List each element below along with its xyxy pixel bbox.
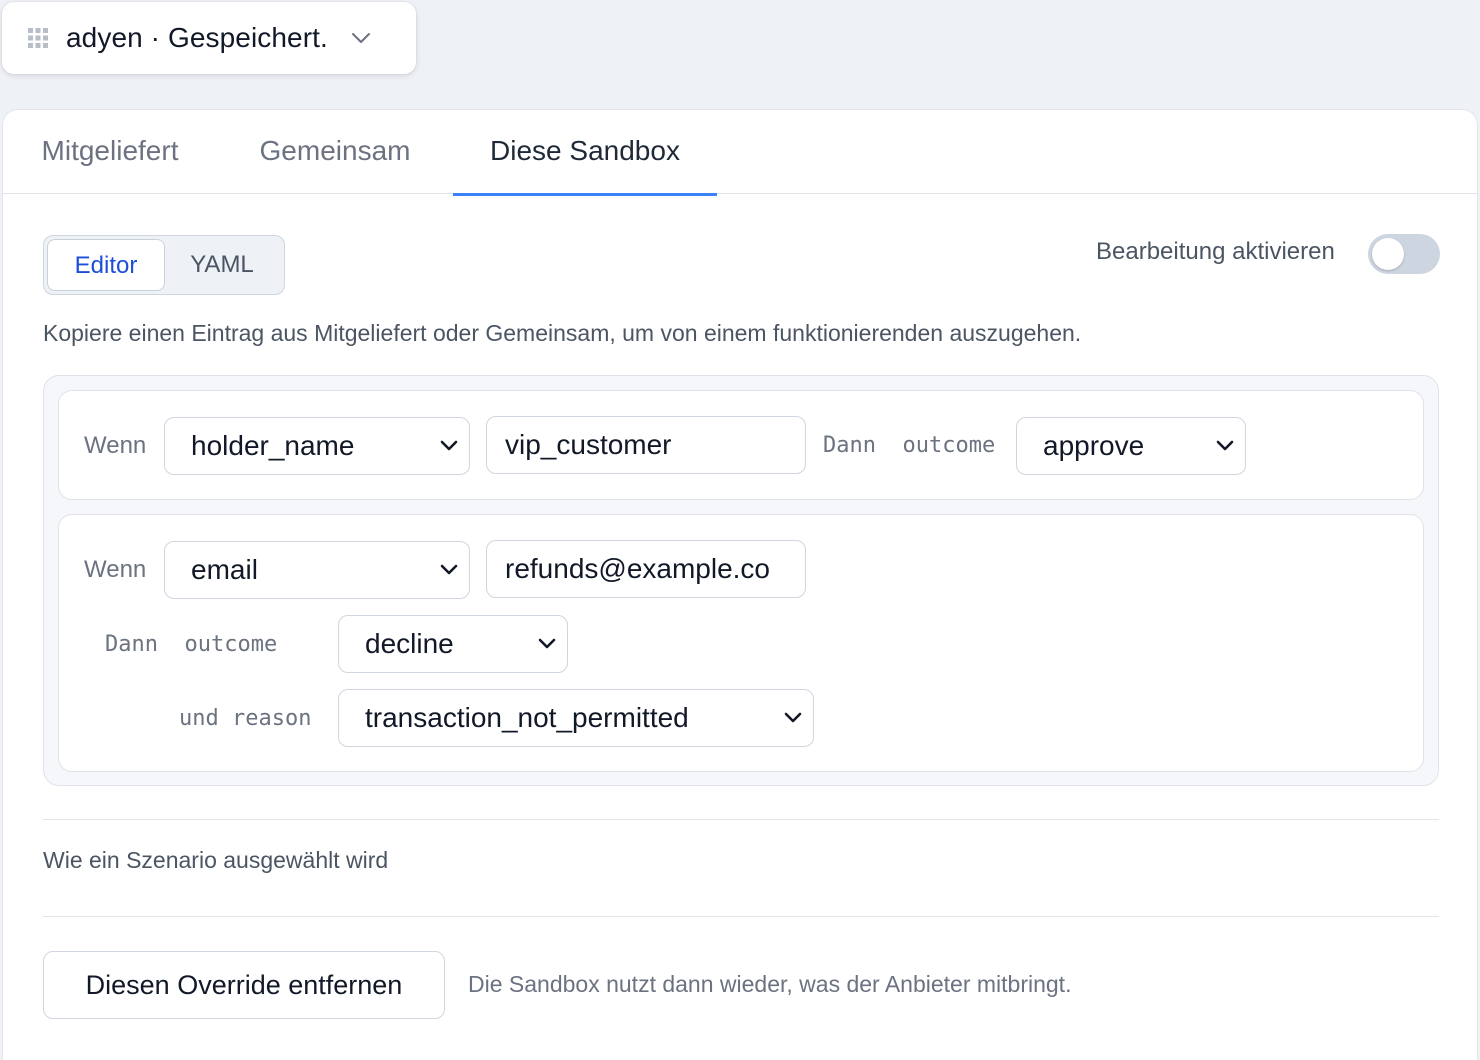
and-label: und reason	[179, 706, 311, 731]
rules-list: Wenn holder_name vip_customer Dann outco…	[43, 375, 1439, 786]
then-keyword: Dann	[105, 632, 158, 657]
chevron-down-icon	[538, 638, 556, 649]
toggle-knob	[1372, 238, 1404, 270]
outcome-select-value: decline	[365, 628, 454, 659]
remove-override-button[interactable]: Diesen Override entfernen	[43, 951, 445, 1019]
copy-hint: Kopiere einen Eintrag aus Mitgeliefert o…	[43, 320, 1082, 346]
rule-card: Wenn email refunds@example.co Dann outco…	[58, 514, 1424, 772]
tab-gemeinsam[interactable]: Gemeinsam	[235, 110, 435, 194]
tab-mitgeliefert[interactable]: Mitgeliefert	[3, 110, 217, 194]
tab-diese-sandbox[interactable]: Diese Sandbox	[453, 110, 717, 196]
reason-key: reason	[232, 706, 312, 731]
then-label: Dann outcome	[823, 433, 995, 458]
edit-toggle[interactable]	[1368, 234, 1440, 274]
grid-icon	[28, 28, 48, 48]
field-select-value: email	[191, 554, 258, 585]
rule-card: Wenn holder_name vip_customer Dann outco…	[58, 390, 1424, 500]
divider	[43, 916, 1439, 917]
when-label: Wenn	[84, 556, 147, 583]
chevron-down-icon	[784, 712, 802, 723]
reason-select-value: transaction_not_permitted	[365, 702, 689, 733]
outcome-key: outcome	[902, 433, 996, 458]
yaml-mode-button[interactable]: YAML	[167, 239, 277, 291]
main-panel: Mitgeliefert Gemeinsam Diese Sandbox Edi…	[2, 109, 1478, 1060]
edit-toggle-label: Bearbeitung aktivieren	[1096, 238, 1335, 265]
outcome-select-value: approve	[1043, 430, 1145, 461]
and-keyword: und	[179, 706, 219, 731]
chevron-down-icon	[440, 440, 458, 451]
then-keyword: Dann	[823, 433, 876, 458]
mode-switch: Editor YAML	[43, 235, 285, 295]
value-input[interactable]: refunds@example.co	[486, 540, 806, 598]
divider	[43, 819, 1439, 820]
chevron-down-icon	[440, 564, 458, 575]
when-label: Wenn	[84, 432, 147, 459]
outcome-select[interactable]: decline	[338, 615, 568, 673]
chevron-down-icon[interactable]	[350, 27, 372, 49]
outcome-select[interactable]: approve	[1016, 417, 1246, 475]
then-label: Dann outcome	[105, 632, 277, 657]
field-select[interactable]: email	[164, 541, 470, 599]
sandbox-switcher[interactable]: adyen · Gespeichert.	[2, 2, 416, 74]
field-select-value: holder_name	[191, 430, 355, 461]
editor-mode-button[interactable]: Editor	[47, 239, 165, 291]
outcome-key: outcome	[184, 632, 278, 657]
reason-select[interactable]: transaction_not_permitted	[338, 689, 814, 747]
chevron-down-icon	[1216, 440, 1234, 451]
tab-bar: Mitgeliefert Gemeinsam Diese Sandbox	[3, 110, 1477, 196]
field-select[interactable]: holder_name	[164, 417, 470, 475]
value-input[interactable]: vip_customer	[486, 416, 806, 474]
remove-override-note: Die Sandbox nutzt dann wieder, was der A…	[468, 971, 1072, 997]
sandbox-title: adyen · Gespeichert.	[66, 22, 328, 53]
scenario-selection-section[interactable]: Wie ein Szenario ausgewählt wird	[43, 847, 388, 874]
